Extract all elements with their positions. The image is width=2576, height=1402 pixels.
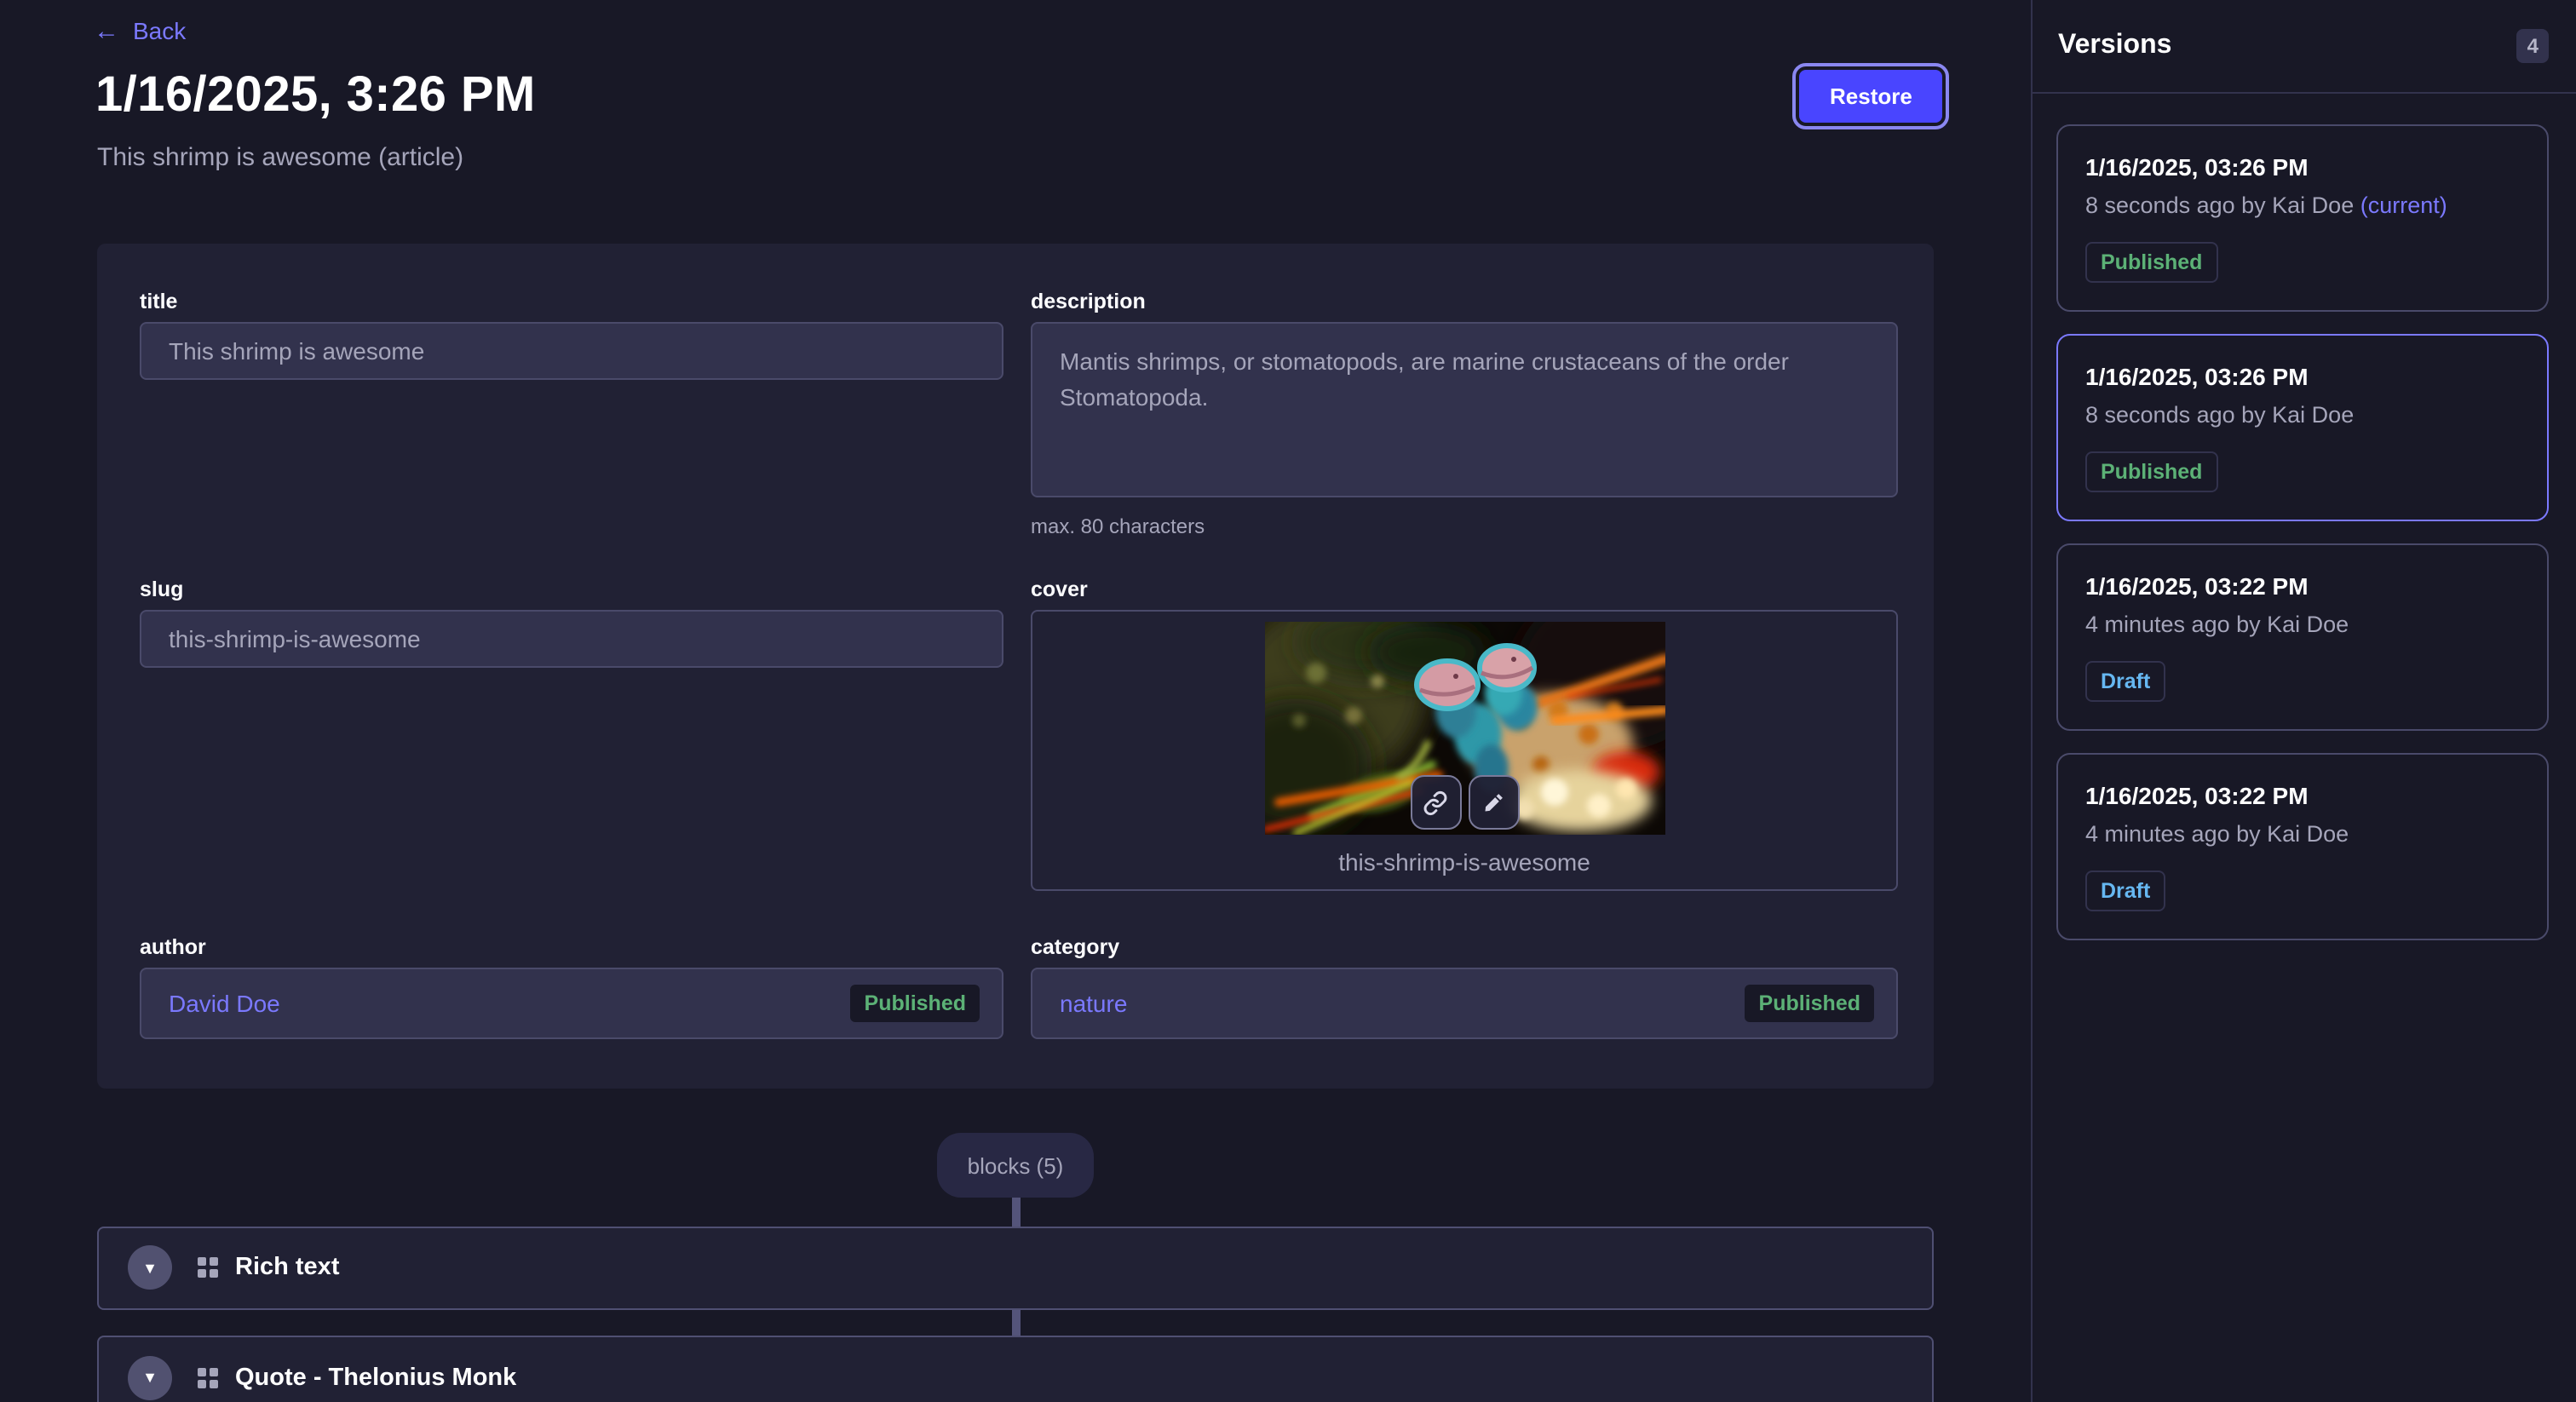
slug-label: slug bbox=[140, 577, 1003, 601]
author-relation-link[interactable]: David Doe bbox=[169, 990, 280, 1017]
description-hint: max. 80 characters bbox=[1031, 514, 1898, 538]
version-meta: 4 minutes ago by Kai Doe bbox=[2085, 612, 2520, 637]
connector-line bbox=[1011, 1309, 1020, 1336]
status-badge: Published bbox=[2085, 242, 2217, 283]
versions-count-badge: 4 bbox=[2517, 29, 2549, 63]
cover-actions bbox=[1410, 775, 1519, 830]
status-badge: Published bbox=[1744, 983, 1876, 1024]
version-meta: 4 minutes ago by Kai Doe bbox=[2085, 821, 2520, 847]
chevron-down-icon: ▼ bbox=[142, 1370, 158, 1386]
versions-title: Versions bbox=[2058, 31, 2171, 61]
link-icon bbox=[1423, 790, 1448, 815]
version-date: 1/16/2025, 03:26 PM bbox=[2085, 153, 2520, 181]
copy-link-button[interactable] bbox=[1410, 775, 1461, 830]
restore-button-focus-ring: Restore bbox=[1792, 63, 1950, 129]
field-cover: cover bbox=[1031, 577, 1898, 891]
current-label: (current) bbox=[2360, 192, 2447, 218]
version-card[interactable]: 1/16/2025, 03:22 PM 4 minutes ago by Kai … bbox=[2056, 753, 2549, 940]
cover-box: this-shrimp-is-awesome bbox=[1031, 610, 1898, 891]
slug-input[interactable] bbox=[140, 610, 1003, 668]
cover-label: cover bbox=[1031, 577, 1898, 601]
restore-button[interactable]: Restore bbox=[1799, 70, 1943, 123]
back-label: Back bbox=[133, 17, 186, 44]
block-item: ▼ Rich text bbox=[97, 1226, 1934, 1309]
back-arrow-icon: ← bbox=[94, 18, 119, 43]
cover-caption: this-shrimp-is-awesome bbox=[1032, 848, 1896, 876]
title-input[interactable] bbox=[140, 322, 1003, 380]
version-date: 1/16/2025, 03:22 PM bbox=[2085, 782, 2520, 809]
page-title: 1/16/2025, 3:26 PM bbox=[95, 68, 536, 124]
block-label: Rich text bbox=[235, 1254, 340, 1281]
blocks-count-pill: blocks (5) bbox=[937, 1133, 1094, 1198]
expand-toggle-button[interactable]: ▼ bbox=[128, 1245, 172, 1290]
title-label: title bbox=[140, 290, 1003, 313]
block-label: Quote - Thelonius Monk bbox=[235, 1364, 516, 1391]
status-badge: Draft bbox=[2085, 661, 2165, 702]
block-item: ▼ Quote - Thelonius Monk bbox=[97, 1336, 1934, 1402]
edit-asset-button[interactable] bbox=[1468, 775, 1519, 830]
field-author: author David Doe Published bbox=[140, 935, 1003, 1039]
drag-handle-icon[interactable] bbox=[198, 1257, 218, 1278]
status-badge: Published bbox=[849, 983, 981, 1024]
blocks-section: blocks (5) ▼ Rich text ▼ Quote - Thelonius … bbox=[97, 1133, 1934, 1402]
page-subtitle: This shrimp is awesome (article) bbox=[97, 143, 463, 172]
status-badge: Draft bbox=[2085, 871, 2165, 911]
chevron-down-icon: ▼ bbox=[142, 1261, 158, 1276]
version-form-card: title description Mantis shrimps, or sto… bbox=[97, 244, 1934, 1089]
pencil-icon bbox=[1481, 790, 1505, 814]
description-textarea[interactable]: Mantis shrimps, or stomatopods, are mari… bbox=[1031, 322, 1898, 497]
version-date: 1/16/2025, 03:26 PM bbox=[2085, 363, 2520, 390]
version-date: 1/16/2025, 03:22 PM bbox=[2085, 572, 2520, 600]
field-description: description Mantis shrimps, or stomatopo… bbox=[1031, 290, 1898, 538]
version-meta: 8 seconds ago by Kai Doe (current) bbox=[2085, 192, 2520, 218]
drag-handle-icon[interactable] bbox=[198, 1367, 218, 1388]
version-meta: 8 seconds ago by Kai Doe bbox=[2085, 402, 2520, 428]
field-title: title bbox=[140, 290, 1003, 380]
category-label: category bbox=[1031, 935, 1898, 959]
field-slug: slug bbox=[140, 577, 1003, 668]
versions-header: Versions 4 bbox=[2033, 0, 2576, 94]
connector-line bbox=[1011, 1198, 1020, 1226]
field-category: category nature Published bbox=[1031, 935, 1898, 1039]
version-card[interactable]: 1/16/2025, 03:26 PM 8 seconds ago by Kai … bbox=[2056, 334, 2549, 521]
version-card[interactable]: 1/16/2025, 03:26 PM 8 seconds ago by Kai … bbox=[2056, 124, 2549, 312]
status-badge: Published bbox=[2085, 451, 2217, 492]
blocks-list: ▼ Rich text ▼ Quote - Thelonius Monk bbox=[97, 1198, 1934, 1402]
category-relation-link[interactable]: nature bbox=[1060, 990, 1127, 1017]
main-content: ← Back 1/16/2025, 3:26 PM This shrimp is… bbox=[0, 0, 2031, 1402]
versions-sidebar: Versions 4 1/16/2025, 03:26 PM 8 seconds … bbox=[2031, 0, 2576, 1402]
version-card[interactable]: 1/16/2025, 03:22 PM 4 minutes ago by Kai … bbox=[2056, 543, 2549, 731]
back-link[interactable]: ← Back bbox=[94, 17, 186, 44]
version-list: 1/16/2025, 03:26 PM 8 seconds ago by Kai … bbox=[2033, 94, 2576, 940]
app-root: ← Back 1/16/2025, 3:26 PM This shrimp is… bbox=[0, 0, 2576, 1402]
expand-toggle-button[interactable]: ▼ bbox=[128, 1355, 172, 1399]
author-label: author bbox=[140, 935, 1003, 959]
description-label: description bbox=[1031, 290, 1898, 313]
author-relation-box: David Doe Published bbox=[140, 968, 1003, 1039]
category-relation-box: nature Published bbox=[1031, 968, 1898, 1039]
